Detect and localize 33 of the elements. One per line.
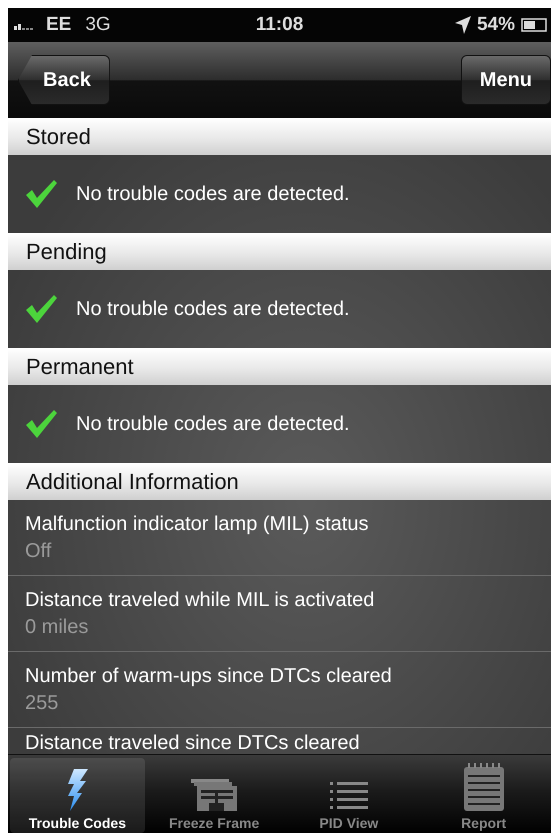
tab-bar-item[interactable]: Freeze Frame: [146, 755, 282, 833]
section-header: Additional Information: [8, 463, 551, 500]
tab-bar-item[interactable]: PID View: [282, 755, 416, 833]
network-type: 3G: [85, 14, 111, 36]
status-message: No trouble codes are detected.: [76, 412, 350, 436]
tab-bar-item[interactable]: Trouble Codes: [10, 758, 145, 833]
battery-icon: [521, 18, 547, 32]
status-message: No trouble codes are detected.: [76, 298, 350, 320]
info-value: 0 miles: [25, 616, 90, 638]
back-button[interactable]: Back: [18, 55, 110, 105]
stacked-frames-icon: [191, 779, 238, 811]
info-value: 255: [25, 692, 60, 714]
checkmark-icon: [24, 409, 58, 439]
clock-time: 11:08: [254, 14, 304, 36]
location-icon: [454, 16, 471, 34]
status-message: No trouble codes are detected.: [76, 182, 350, 206]
info-label: Malfunction indicator lamp (MIL) status: [25, 512, 370, 536]
info-label: Number of warm-ups since DTCs cleared: [25, 664, 393, 688]
checkmark-icon: [24, 179, 58, 209]
info-value: Off: [25, 540, 52, 562]
section-header: Permanent: [8, 348, 551, 385]
tab-bar-item[interactable]: Report: [416, 755, 551, 833]
info-label: Distance traveled since DTCs cleared: [25, 732, 361, 754]
menu-button[interactable]: Menu: [460, 55, 551, 105]
carrier-name: EE: [46, 14, 72, 36]
info-label: Distance traveled while MIL is activated: [25, 588, 376, 612]
lightning-bolt-icon: [66, 769, 88, 811]
section-header: Pending: [8, 233, 551, 270]
notepad-icon: [464, 763, 504, 811]
section-header: Stored: [8, 118, 551, 155]
checkmark-icon: [24, 294, 58, 324]
battery-percent: 54%: [476, 14, 515, 36]
list-icon: [330, 781, 368, 811]
